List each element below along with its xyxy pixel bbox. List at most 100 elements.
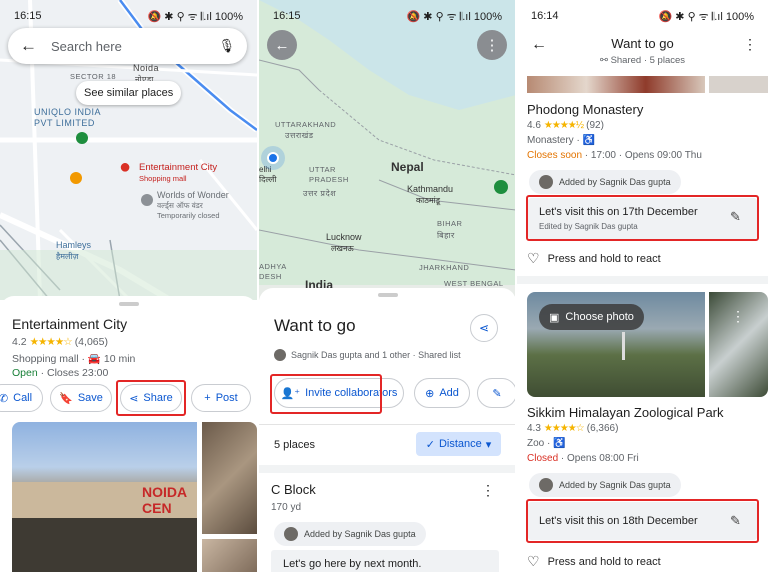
map-label-ec-sub: Shopping mall	[139, 174, 187, 183]
post-button[interactable]: + Post	[191, 384, 251, 412]
list-subtitle: ⚯ Shared · 5 places	[517, 55, 768, 66]
place-photo-2[interactable]	[202, 422, 257, 534]
place-name[interactable]: Phodong Monastery	[527, 102, 643, 117]
map-label-uttarakhand-hi: उत्तराखंड	[285, 131, 314, 140]
hours-text: · 17:00 · Opens 09:00 Thu	[582, 150, 702, 161]
note-card[interactable]: Let's go here by next month.	[271, 550, 499, 572]
microphone-icon[interactable]: 🎙	[218, 38, 235, 54]
my-location-icon	[267, 152, 279, 164]
map-label-delhi: elhi दिल्ली	[259, 165, 277, 184]
sheet-handle[interactable]	[377, 293, 398, 297]
map-label-up: UTTAR PRADESH	[309, 165, 349, 184]
status-bar: 16:15 🔕 ✱ ⚲ ᯤ 𝄃.ıl 100%	[259, 0, 516, 32]
place-photo-1b[interactable]	[709, 76, 768, 93]
choose-photo-label: Choose photo	[565, 311, 634, 323]
place-photo-2b[interactable]: ⋮	[709, 292, 768, 397]
status-icons: 🔕 ✱ ⚲ ᯤ 𝄃.ıl 100%	[147, 10, 243, 23]
back-arrow-icon[interactable]: ←	[267, 30, 297, 60]
avatar	[539, 478, 553, 492]
save-button[interactable]: 🔖 Save	[50, 384, 112, 412]
review-count: (92)	[586, 120, 604, 131]
added-by-text: Added by Sagnik Das gupta	[304, 529, 416, 539]
check-icon: ✓	[425, 438, 435, 451]
hours-text: · Opens 08:00 Fri	[558, 453, 639, 464]
rating-row: 4.2 ★★★★☆ (4,065)	[12, 336, 108, 348]
status-time: 16:15	[273, 10, 301, 22]
place-details-panel: Noida नोएडा SECTOR 18 UNIQLO INDIA PVT L…	[0, 0, 257, 572]
open-status: Closes soon	[527, 150, 583, 161]
more-vert-icon[interactable]: ⋮	[477, 30, 507, 60]
map-label-wow-sub: Temporarily closed	[157, 211, 220, 220]
place-photo-1[interactable]	[527, 76, 705, 93]
place-type: Monastery ·	[527, 135, 583, 146]
place-pin-icon[interactable]: ●	[119, 157, 131, 177]
more-vert-icon[interactable]: ⋮	[743, 36, 757, 53]
places-count: 5 places	[274, 439, 315, 451]
park-icon	[494, 180, 508, 194]
place-name: Entertainment City	[12, 316, 128, 332]
edit-button[interactable]: ✎	[477, 378, 516, 408]
map-label-hamleys-hi: हैमलीज़	[56, 252, 79, 261]
status-icons: 🔕 ✱ ⚲ ᯤ 𝄃.ıl 100%	[658, 10, 754, 23]
heart-icon: ♡	[527, 250, 540, 266]
shared-row: Sagnik Das gupta and 1 other · Shared li…	[274, 349, 461, 361]
type-row: Zoo · ♿	[527, 438, 566, 449]
avatar	[539, 175, 553, 189]
react-row[interactable]: ♡ Press and hold to react	[527, 553, 661, 570]
rating-stars: ★★★★☆	[543, 423, 585, 434]
map-label-entertainment-city[interactable]: Entertainment City	[139, 162, 217, 173]
type-row: Shopping mall · 🚘 10 min	[12, 352, 135, 365]
heart-icon: ♡	[527, 553, 540, 569]
list-item-distance: 170 yd	[271, 502, 302, 513]
map-label-up-hi: उत्तर प्रदेश	[303, 189, 337, 198]
place-photo-2[interactable]: ▣ Choose photo	[527, 292, 705, 397]
rating-value: 4.2	[12, 336, 27, 348]
list-subtitle-text: Shared · 5 places	[610, 55, 686, 66]
search-input[interactable]: Search here	[51, 39, 204, 54]
map-label-kathmandu: Kathmandu	[407, 184, 454, 194]
map-label-nepal: Nepal	[391, 160, 424, 174]
open-status: Open	[12, 367, 38, 379]
map-label-hamleys[interactable]: Hamleys	[56, 240, 91, 250]
building-lower	[12, 518, 197, 572]
map-label-wow[interactable]: Worlds of Wonder	[157, 190, 229, 200]
bookmark-icon: 🔖	[59, 392, 73, 405]
add-button[interactable]: ⊕ Add	[414, 378, 470, 408]
status-bar: 16:15 🔕 ✱ ⚲ ᯤ 𝄃.ıl 100%	[0, 0, 257, 32]
list-title: Want to go	[274, 316, 356, 335]
panel-divider	[515, 0, 517, 572]
drive-time: 10 min	[103, 353, 136, 365]
search-bar[interactable]: ← Search here 🎙	[8, 28, 247, 64]
see-similar-places-button[interactable]: See similar places	[76, 81, 182, 105]
accessible-icon: ♿	[582, 135, 596, 146]
rating-value: 4.3	[527, 423, 541, 434]
list-item-name[interactable]: C Block	[271, 482, 316, 497]
sort-label: Distance	[438, 438, 482, 450]
back-arrow-icon[interactable]: ←	[20, 36, 37, 56]
map-label-lucknow: Lucknow	[326, 232, 362, 242]
place-name[interactable]: Sikkim Himalayan Zoological Park	[527, 405, 724, 420]
type-row: Monastery · ♿	[527, 135, 595, 146]
map-label-jharkhand: JHARKHAND	[419, 263, 470, 272]
more-vert-icon[interactable]: ⋮	[731, 308, 745, 325]
added-by-text: Added by Sagnik Das gupta	[559, 177, 671, 187]
rating-value: 4.6	[527, 120, 541, 131]
car-icon: 🚘	[87, 353, 104, 365]
place-sheet: Entertainment City 4.2 ★★★★☆ (4,065) Sho…	[0, 296, 257, 572]
share-icon[interactable]: ⋖	[470, 314, 498, 342]
sheet-handle[interactable]	[118, 302, 139, 306]
call-button[interactable]: ✆ Call	[0, 384, 43, 412]
choose-photo-button[interactable]: ▣ Choose photo	[539, 304, 644, 330]
react-text: Press and hold to react	[547, 555, 661, 568]
pencil-icon: ✎	[492, 387, 502, 400]
attraction-icon	[141, 194, 153, 206]
restaurant-icon	[70, 172, 82, 184]
more-vert-icon[interactable]: ⋮	[481, 482, 495, 499]
map-label-sector: SECTOR 18	[70, 72, 117, 81]
sort-distance-button[interactable]: ✓ Distance ▾	[416, 432, 501, 456]
accessible-icon: ♿	[553, 438, 566, 449]
highlight-invite	[270, 374, 382, 414]
place-photo[interactable]: NOIDA CEN	[12, 422, 197, 572]
react-row[interactable]: ♡ Press and hold to react	[527, 250, 661, 267]
place-photo-3[interactable]	[202, 539, 257, 572]
